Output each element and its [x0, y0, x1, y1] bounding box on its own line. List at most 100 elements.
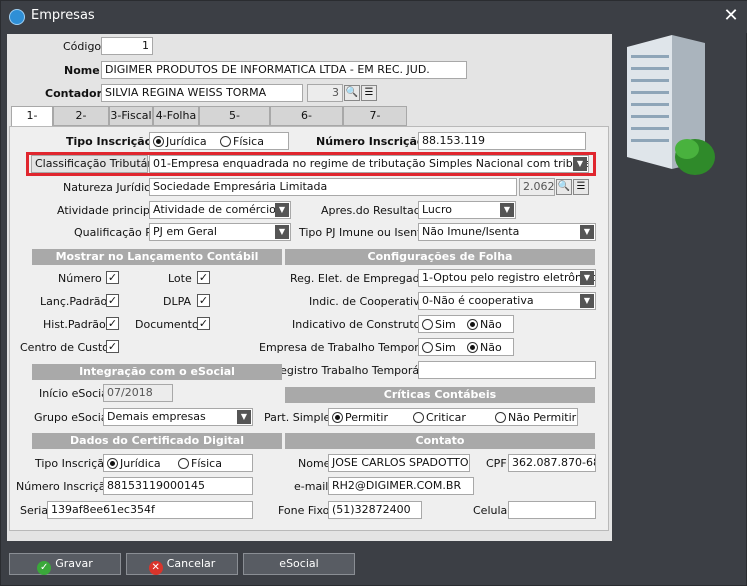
radio-juridica[interactable]: Jurídica	[107, 457, 161, 471]
fone-field[interactable]: (51)32872400	[328, 501, 422, 519]
documento-label: Documento	[135, 318, 199, 331]
tab-numeracao[interactable]: 6-Numeração	[270, 106, 343, 139]
radio-fisica[interactable]: Física	[178, 457, 222, 471]
codigo-field[interactable]: 1	[101, 37, 153, 55]
email-field[interactable]: RH2@DIGIMER.COM.BR	[328, 477, 474, 495]
apres-label: Apres.do Resultado	[321, 204, 428, 217]
centro-custo-checkbox[interactable]: ✓	[106, 340, 119, 353]
gravar-button[interactable]: ✓ Gravar	[9, 553, 121, 575]
registro-temp-label: Registro Trabalho Temporário	[273, 364, 434, 377]
certificado-section-header: Dados do Certificado Digital	[32, 433, 282, 449]
numero-chk-label: Número	[58, 272, 102, 285]
numero-inscricao-field[interactable]: 88.153.119	[418, 132, 586, 150]
radio-criticar[interactable]: Criticar	[413, 411, 466, 425]
lote-checkbox[interactable]: ✓	[197, 271, 210, 284]
natureza-code[interactable]: 2.062	[519, 178, 555, 196]
atividade-dropdown[interactable]: Atividade de comércio ▼	[149, 201, 291, 219]
cooperativa-dropdown[interactable]: 0-Não é cooperativa ▼	[418, 292, 596, 310]
radio-juridica[interactable]: Jurídica	[153, 135, 207, 149]
registro-temp-field[interactable]	[418, 361, 596, 379]
app-logo-icon	[9, 9, 25, 25]
radio-nao[interactable]: Não	[467, 318, 502, 332]
radio-sim[interactable]: Sim	[422, 318, 456, 332]
cancelar-button[interactable]: ✕ Cancelar	[126, 553, 238, 575]
window-title: Empresas	[31, 8, 95, 23]
grupo-esocial-dropdown[interactable]: Demais empresas ▼	[103, 408, 253, 426]
chevron-down-icon: ▼	[275, 225, 289, 239]
criticas-section-header: Críticas Contábeis	[285, 387, 595, 403]
tab-fiscal[interactable]: 3-Fiscal	[109, 106, 153, 126]
esocial-button[interactable]: eSocial	[243, 553, 355, 575]
building-icon	[627, 35, 715, 175]
tab-geral[interactable]: 1-Geral	[11, 106, 53, 139]
radio-sim[interactable]: Sim	[422, 341, 456, 355]
apres-dropdown[interactable]: Lucro ▼	[418, 201, 516, 219]
classificacao-value: 01-Empresa enquadrada no regime de tribu…	[153, 157, 588, 170]
close-icon[interactable]: ✕	[720, 5, 742, 27]
chevron-down-icon: ▼	[580, 225, 594, 239]
tab-sociedade[interactable]: 7-Sociedade	[343, 106, 407, 139]
contato-nome-field[interactable]: JOSE CARLOS SPADOTTO	[328, 454, 470, 472]
tipo-pj-dropdown[interactable]: Não Imune/Isenta ▼	[418, 223, 596, 241]
atividade-label: Atividade principal	[57, 204, 160, 217]
cert-numero-field[interactable]: 88153119000145	[103, 477, 253, 495]
reg-elet-dropdown[interactable]: 1-Optou pelo registro eletrônico ▼	[418, 269, 596, 287]
tab-contabil[interactable]: 2-Contábil	[53, 106, 109, 139]
natureza-field[interactable]: Sociedade Empresária Limitada	[149, 178, 517, 196]
list-icon[interactable]: ☰	[573, 179, 589, 195]
nome-field[interactable]: DIGIMER PRODUTOS DE INFORMATICA LTDA - E…	[101, 61, 467, 79]
radio-nao[interactable]: Não	[467, 341, 502, 355]
trabalho-temp-label: Empresa de Trabalho Temporário	[259, 341, 440, 354]
lancamento-section-header: Mostrar no Lançamento Contábil	[32, 249, 282, 265]
form-panel: Código 1 Nome DIGIMER PRODUTOS DE INFORM…	[7, 34, 612, 541]
radio-fisica[interactable]: Física	[220, 135, 264, 149]
construtora-radio-group: Sim Não	[418, 315, 514, 333]
tipo-inscricao-label: Tipo Inscrição	[66, 135, 153, 148]
contador-code[interactable]: 3	[307, 84, 343, 102]
check-icon: ✓	[37, 561, 52, 575]
codigo-label: Código	[63, 40, 102, 53]
reg-elet-label: Reg. Elet. de Empregados	[290, 272, 433, 285]
tab-mensagens[interactable]: 5-Mensagens	[199, 106, 270, 139]
chevron-down-icon: ▼	[580, 294, 594, 308]
celular-field[interactable]	[508, 501, 596, 519]
search-icon[interactable]: 🔍	[556, 179, 572, 195]
dlpa-checkbox[interactable]: ✓	[197, 294, 210, 307]
part-simples-label: Part. Simples	[264, 411, 336, 424]
qualificacao-dropdown[interactable]: PJ em Geral ▼	[149, 223, 291, 241]
lanc-padrao-checkbox[interactable]: ✓	[106, 294, 119, 307]
qualificacao-label: Qualificação PJ	[74, 226, 156, 239]
contador-field[interactable]: SILVIA REGINA WEISS TORMA	[101, 84, 303, 102]
part-simples-radio-group: Permitir Criticar Não Permitir	[328, 408, 578, 426]
celular-label: Celular	[473, 504, 512, 517]
contato-section-header: Contato	[285, 433, 595, 449]
inicio-esocial-field[interactable]: 07/2018	[103, 384, 173, 402]
classificacao-label: Classificação Tributária	[35, 157, 162, 170]
dlpa-label: DLPA	[163, 295, 192, 308]
inicio-esocial-label: Início eSocial	[39, 387, 111, 400]
cpf-field[interactable]: 362.087.870-68	[508, 454, 596, 472]
chevron-down-icon: ▼	[500, 203, 514, 217]
list-icon[interactable]: ☰	[361, 85, 377, 101]
chevron-down-icon: ▼	[237, 410, 251, 424]
hist-padrao-checkbox[interactable]: ✓	[106, 317, 119, 330]
cert-tipo-label: Tipo Inscrição	[35, 457, 111, 470]
contato-nome-label: Nome	[298, 457, 331, 470]
chevron-down-icon: ▼	[275, 203, 289, 217]
tab-folha[interactable]: 4-Folha	[153, 106, 199, 126]
grupo-esocial-label: Grupo eSocial	[34, 411, 111, 424]
cert-tipo-radio-group: Jurídica Física	[103, 454, 253, 472]
tipo-inscricao-radio-group: Jurídica Física	[149, 132, 289, 150]
esocial-section-header: Integração com o eSocial	[32, 364, 282, 380]
radio-permitir[interactable]: Permitir	[332, 411, 388, 425]
serial-field[interactable]: 139af8ee61ec354f	[47, 501, 253, 519]
numero-checkbox[interactable]: ✓	[106, 271, 119, 284]
lote-chk-label: Lote	[168, 272, 192, 285]
classificacao-dropdown[interactable]: 01-Empresa enquadrada no regime de tribu…	[149, 155, 589, 173]
tab-body-geral: Tipo Inscrição Jurídica Física Número In…	[9, 126, 609, 531]
radio-nao-permitir[interactable]: Não Permitir	[495, 411, 576, 425]
lanc-padrao-label: Lanç.Padrão	[40, 295, 108, 308]
documento-checkbox[interactable]: ✓	[197, 317, 210, 330]
search-icon[interactable]: 🔍	[344, 85, 360, 101]
cpf-label: CPF	[486, 457, 507, 470]
